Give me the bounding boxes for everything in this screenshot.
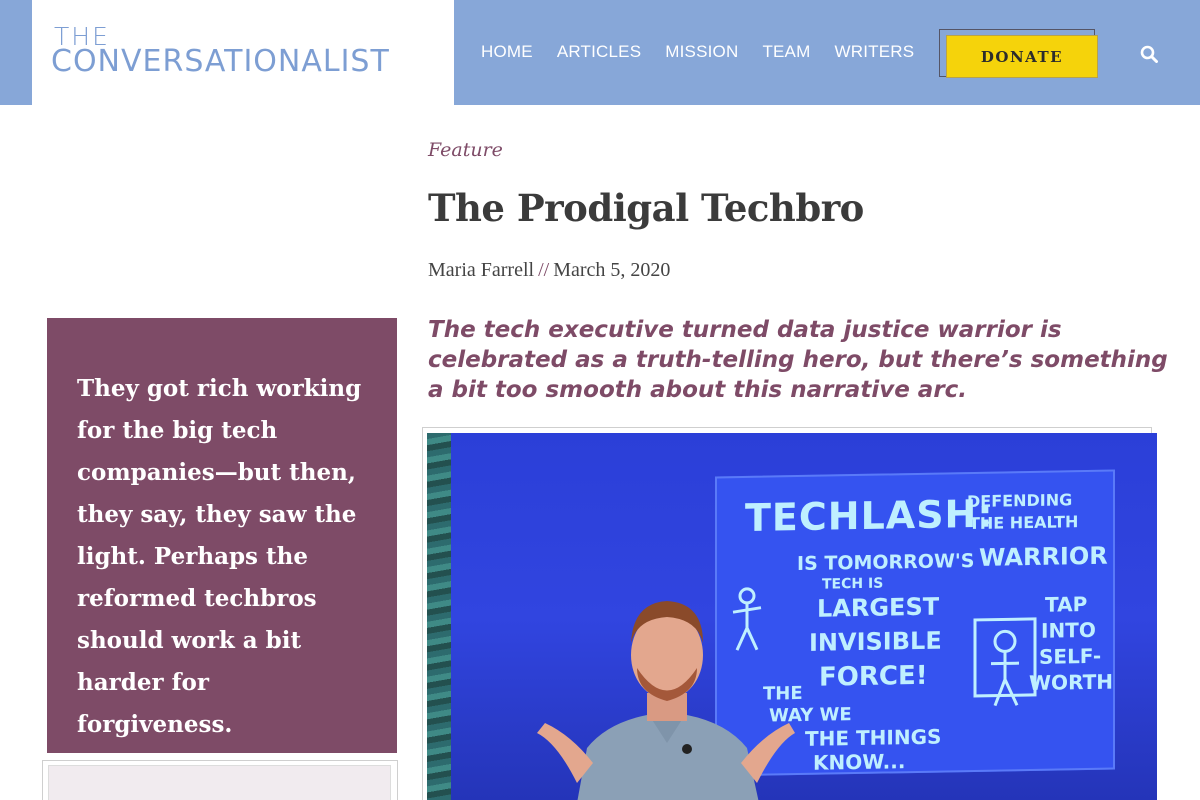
board-text-warrior: WARRIOR — [979, 541, 1108, 572]
main-nav: HOME ARTICLES MISSION TEAM WRITERS — [481, 42, 938, 62]
board-text-tomorrow: IS TOMORROW'S — [797, 549, 975, 576]
board-text-self: SELF- — [1039, 643, 1102, 669]
pull-quote-text: They got rich working for the big tech c… — [77, 375, 362, 738]
site-logo[interactable]: THE CONVERSATIONALIST — [32, 0, 454, 105]
nav-mission[interactable]: MISSION — [665, 42, 738, 62]
board-text-know: KNOW... — [813, 749, 906, 775]
nav-articles[interactable]: ARTICLES — [557, 42, 641, 62]
byline-separator: // — [538, 259, 550, 281]
sidebar-widget — [48, 765, 391, 800]
article-dek: The tech executive turned data justice w… — [428, 317, 1168, 403]
speaker-photo — [537, 601, 795, 800]
board-doodle-figure — [973, 617, 1037, 707]
hero-image-left-edge — [427, 433, 451, 800]
article-title: The Prodigal Techbro — [428, 186, 864, 230]
board-text-things: THE THINGS — [805, 724, 942, 751]
logo-line-2: CONVERSATIONALIST — [51, 44, 390, 79]
author-link[interactable]: Maria Farrell — [428, 259, 534, 281]
board-text-into: INTO — [1041, 617, 1096, 643]
pull-quote: They got rich working for the big tech c… — [47, 318, 397, 753]
hero-image: TECHLASH: DEFENDING THE HEALTH IS TOMORR… — [427, 433, 1157, 800]
donate-button[interactable]: DONATE — [946, 35, 1098, 78]
board-text-tech-is: TECH IS — [822, 575, 884, 593]
board-text-invisible: INVISIBLE — [809, 626, 942, 657]
article-category[interactable]: Feature — [428, 139, 503, 161]
board-text-tap: TAP — [1045, 591, 1088, 617]
board-text-defending: DEFENDING — [967, 490, 1073, 512]
nav-home[interactable]: HOME — [481, 42, 533, 62]
nav-team[interactable]: TEAM — [762, 42, 810, 62]
board-text-largest: LARGEST — [817, 592, 940, 623]
board-text-techlash: TECHLASH: — [745, 491, 994, 540]
byline: Maria Farrell//March 5, 2020 — [428, 259, 670, 282]
nav-writers[interactable]: WRITERS — [834, 42, 914, 62]
site-header: THE CONVERSATIONALIST HOME ARTICLES MISS… — [0, 0, 1200, 105]
board-text-health: THE HEALTH — [969, 512, 1079, 534]
board-text-force: FORCE! — [819, 660, 928, 693]
publish-date: March 5, 2020 — [553, 259, 671, 281]
search-icon[interactable] — [1140, 45, 1158, 63]
